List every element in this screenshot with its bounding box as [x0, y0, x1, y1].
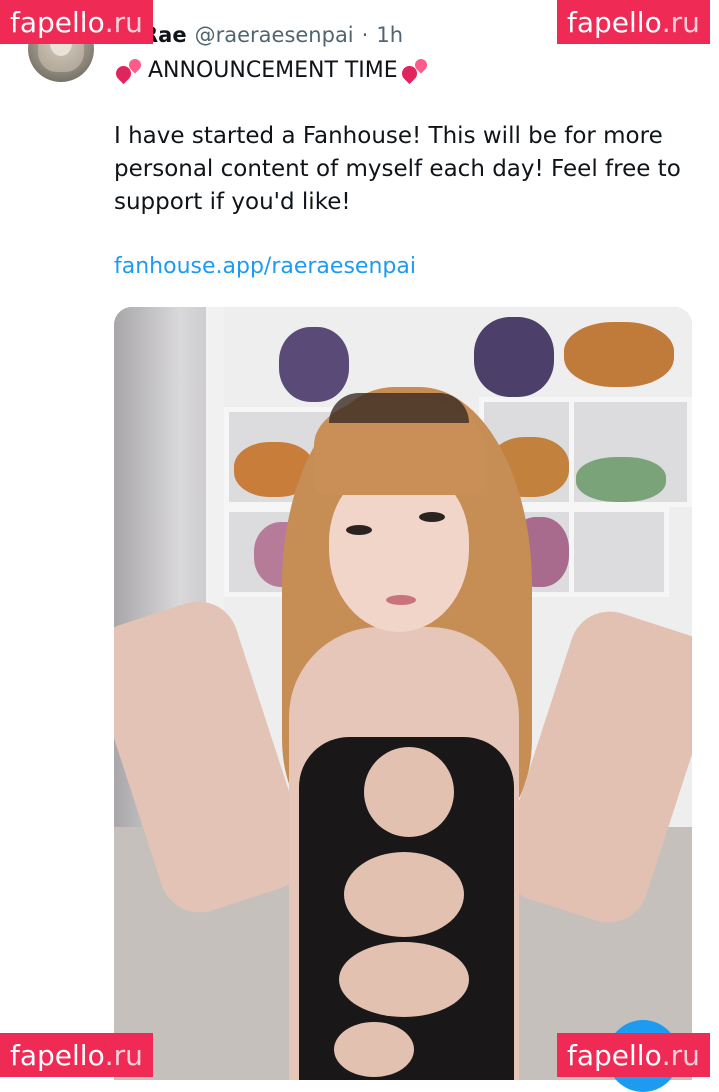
two-hearts-icon — [112, 56, 146, 85]
watermark-brand: fapello — [567, 1038, 662, 1072]
photo-eye-right — [419, 512, 445, 522]
watermark-brand: fapello — [10, 5, 105, 39]
photo-dress-cutout — [339, 942, 469, 1017]
user-handle[interactable]: @raeraesenpai — [195, 23, 354, 47]
post-body: I have started a Fanhouse! This will be … — [114, 123, 681, 215]
photo-plush — [474, 317, 554, 397]
photo-plush — [576, 457, 666, 502]
photo-lips — [386, 595, 416, 605]
photo-eye-left — [346, 525, 372, 535]
photo-plush — [279, 327, 349, 402]
photo-plush — [564, 322, 674, 387]
watermark-badge: fapello .ru — [557, 1033, 710, 1077]
photo-dress-cutout — [344, 852, 464, 937]
fanhouse-link[interactable]: fanhouse.app/raeraesenpai — [114, 254, 416, 279]
watermark-tld: .ru — [104, 1038, 143, 1072]
two-hearts-icon — [398, 56, 432, 85]
post-time[interactable]: 1h — [376, 23, 403, 47]
photo-shelf-cube — [569, 507, 669, 597]
photo-dress-cutout — [334, 1022, 414, 1077]
watermark-badge: fapello .ru — [0, 0, 153, 44]
watermark-brand: fapello — [567, 5, 662, 39]
post-header: Rae @raeraesenpai · 1h — [142, 20, 403, 50]
announcement-line: ANNOUNCEMENT TIME — [112, 56, 432, 85]
watermark-brand: fapello — [10, 1038, 105, 1072]
photo-dress-cutout — [364, 747, 454, 837]
watermark-tld: .ru — [661, 1038, 700, 1072]
separator-dot: · — [361, 23, 369, 47]
watermark-tld: .ru — [661, 5, 700, 39]
photo-hair-roots — [329, 393, 469, 423]
post-media-photo[interactable] — [114, 307, 692, 1080]
watermark-tld: .ru — [104, 5, 143, 39]
announcement-text: ANNOUNCEMENT TIME — [148, 57, 398, 83]
watermark-badge: fapello .ru — [0, 1033, 153, 1077]
watermark-badge: fapello .ru — [557, 0, 710, 44]
